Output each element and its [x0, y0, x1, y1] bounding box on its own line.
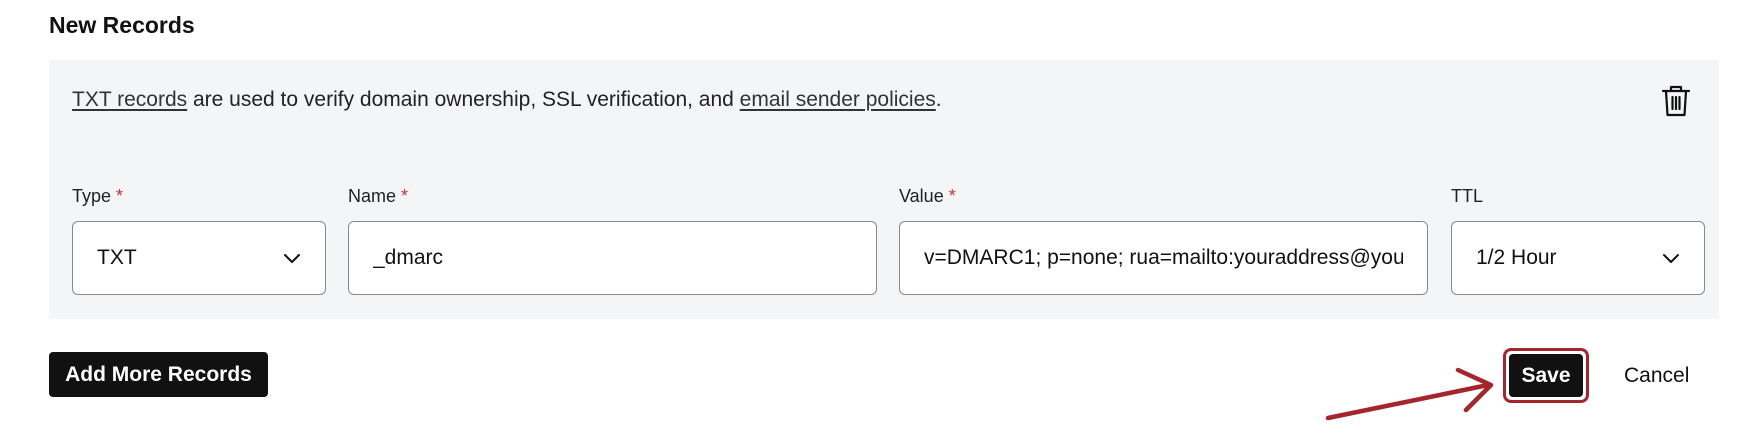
ttl-label: TTL [1451, 186, 1484, 206]
description-period: . [935, 88, 942, 111]
trash-icon[interactable] [1661, 84, 1691, 118]
txt-records-link[interactable]: TXT records [72, 88, 187, 111]
section-title: New Records [49, 12, 195, 38]
type-select[interactable]: TXT [72, 221, 326, 295]
save-highlight: Save [1503, 348, 1589, 403]
chevron-down-icon [1663, 254, 1679, 263]
chevron-down-icon [284, 254, 300, 263]
value-input[interactable]: v=DMARC1; p=none; rua=mailto:youraddress… [899, 221, 1428, 295]
value-value: v=DMARC1; p=none; rua=mailto:youraddress… [924, 246, 1403, 269]
value-label: Value * [899, 186, 956, 206]
save-button[interactable]: Save [1509, 354, 1583, 397]
txt-record-panel: TXT records are used to verify domain ow… [49, 60, 1719, 319]
cancel-button[interactable]: Cancel [1624, 356, 1689, 396]
ttl-select[interactable]: 1/2 Hour [1451, 221, 1705, 295]
name-value: _dmarc [373, 246, 444, 269]
record-description: TXT records are used to verify domain ow… [72, 88, 942, 112]
type-value: TXT [97, 246, 137, 269]
email-sender-policies-link[interactable]: email sender policies [740, 88, 936, 111]
description-text: are used to verify domain ownership, SSL… [187, 88, 740, 111]
name-input[interactable]: _dmarc [348, 221, 877, 295]
type-label: Type * [72, 186, 124, 206]
ttl-value: 1/2 Hour [1476, 246, 1557, 269]
annotation-arrow-icon [1325, 367, 1494, 421]
name-label: Name * [348, 186, 409, 206]
add-more-records-button[interactable]: Add More Records [49, 352, 268, 397]
